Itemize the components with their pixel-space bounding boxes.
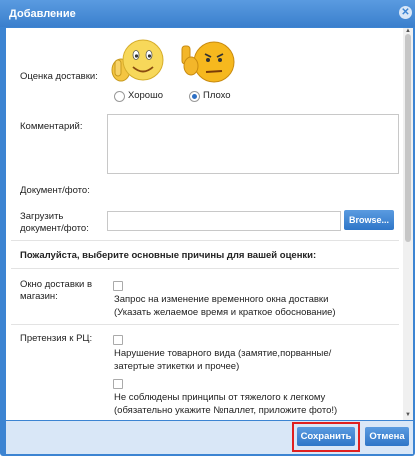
thumbs-down-smiley-icon bbox=[181, 41, 235, 83]
reason-heavy-to-light-checkbox[interactable] bbox=[113, 379, 123, 389]
cancel-button[interactable]: Отмена bbox=[365, 427, 409, 446]
rating-good-radio[interactable] bbox=[114, 91, 125, 102]
rating-bad-label[interactable]: Плохо bbox=[203, 90, 231, 102]
dialog-content: Оценка доставки: Хорошо Плохо Комментари… bbox=[6, 28, 403, 420]
dialog-footer: Сохранить Отмена bbox=[6, 421, 413, 454]
comment-textarea[interactable] bbox=[107, 114, 399, 174]
rating-bad-radio[interactable] bbox=[189, 91, 200, 102]
reasons-heading: Пожалуйста, выберите основные причины дл… bbox=[20, 250, 317, 261]
reason-product-damage-text-line2: затертые этикетки и прочее) bbox=[114, 361, 240, 372]
close-icon[interactable]: ✕ bbox=[399, 6, 412, 19]
thumbs-up-smiley-icon bbox=[111, 39, 164, 82]
comment-label: Комментарий: bbox=[20, 121, 83, 132]
divider bbox=[11, 324, 399, 325]
upload-label-line2: документ/фото: bbox=[20, 223, 89, 234]
upload-file-input[interactable] bbox=[107, 211, 341, 231]
reason-delivery-window-text-line1: Запрос на изменение временного окна дост… bbox=[114, 294, 329, 305]
reason-product-damage-checkbox[interactable] bbox=[113, 335, 123, 345]
reason-group-delivery-window-line2: магазин: bbox=[20, 291, 58, 302]
dialog-title: Добавление bbox=[9, 8, 76, 20]
reason-product-damage-text-line1: Нарушение товарного вида (замятие,порван… bbox=[114, 348, 332, 359]
reason-heavy-to-light-text-line2: (обязательно укажите №паллет, приложите … bbox=[114, 405, 338, 416]
divider bbox=[11, 240, 399, 241]
reason-heavy-to-light-text-line1: Не соблюдены принципы от тяжелого к легк… bbox=[114, 392, 326, 403]
reason-group-dc-claim: Претензия к РЦ: bbox=[20, 333, 93, 344]
browse-button[interactable]: Browse... bbox=[344, 210, 394, 230]
reason-delivery-window-checkbox[interactable] bbox=[113, 281, 123, 291]
upload-label-line1: Загрузить bbox=[20, 211, 64, 222]
document-label: Документ/фото: bbox=[20, 185, 90, 196]
delivery-rating-label: Оценка доставки: bbox=[20, 71, 98, 82]
rating-good-label[interactable]: Хорошо bbox=[128, 90, 163, 102]
divider bbox=[11, 268, 399, 269]
content-scrollbar[interactable]: ▲ ▼ bbox=[403, 28, 413, 420]
save-button[interactable]: Сохранить bbox=[297, 427, 355, 446]
reason-group-delivery-window-line1: Окно доставки в bbox=[20, 279, 93, 290]
reason-delivery-window-text-line2: (Указать желаемое время и краткое обосно… bbox=[114, 307, 336, 318]
scrollbar-thumb[interactable] bbox=[405, 34, 411, 242]
dialog-titlebar[interactable]: Добавление ✕ bbox=[0, 0, 415, 27]
add-dialog: Добавление ✕ Оценка доставки: Хорошо Пло… bbox=[0, 0, 415, 456]
scroll-down-icon[interactable]: ▼ bbox=[403, 412, 413, 418]
